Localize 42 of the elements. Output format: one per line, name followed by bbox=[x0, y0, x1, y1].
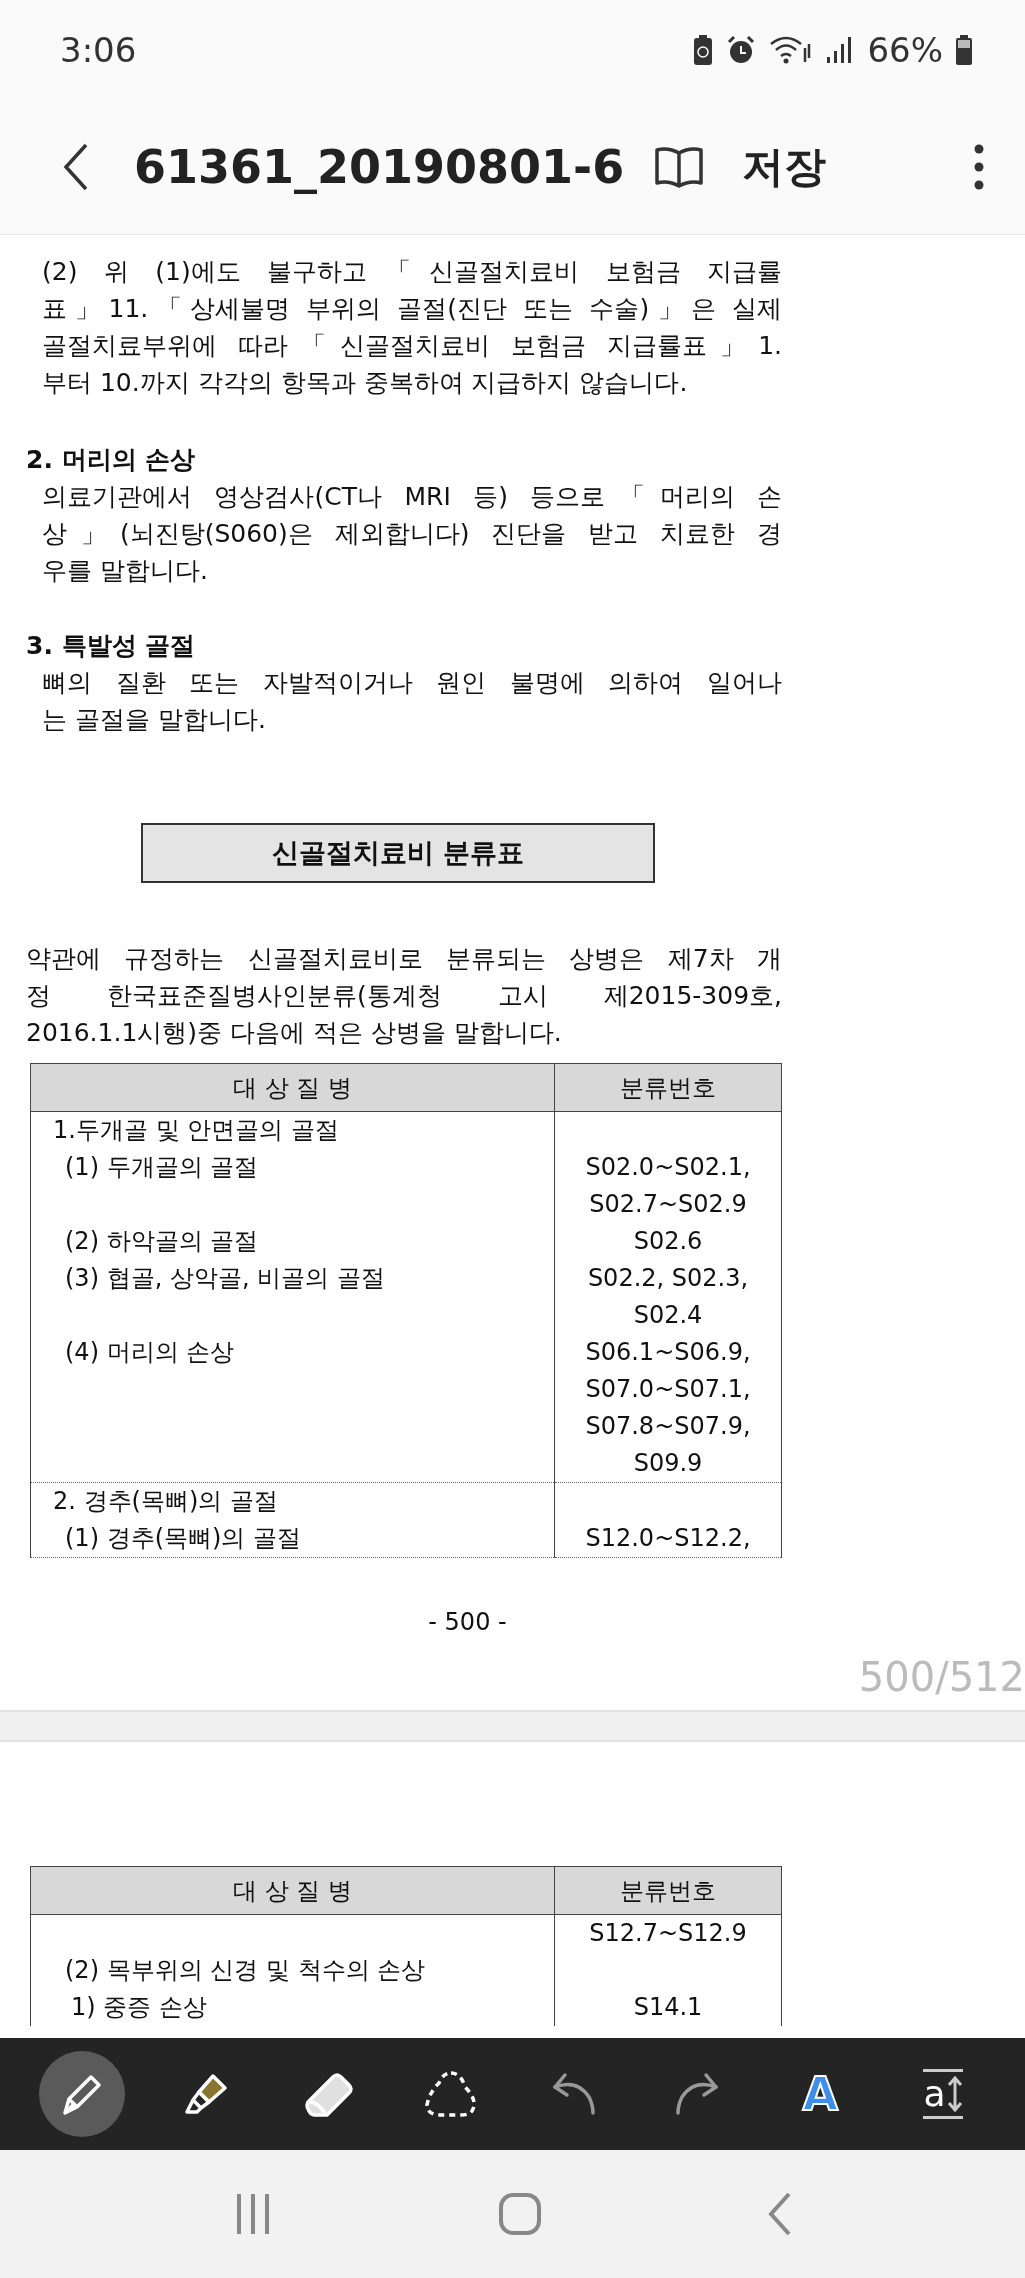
disease-text: 2. 경추(목뼈)의 골절 bbox=[53, 1487, 278, 1515]
disease-text: (1) 경추(목뼈)의 골절 bbox=[65, 1524, 301, 1552]
disease-text: (3) 협골, 상악골, 비골의 골절 bbox=[65, 1264, 385, 1292]
classification-code: S12.7~S12.9 bbox=[589, 1919, 747, 1947]
disease-text: 1) 중증 손상 bbox=[71, 1993, 207, 2021]
disease-text: (4) 머리의 손상 bbox=[65, 1338, 235, 1366]
disease-text: (1) 두개골의 골절 bbox=[65, 1153, 259, 1181]
classification-code: S14.1 bbox=[633, 1993, 703, 2021]
page-number: - 500 - bbox=[427, 1608, 508, 1636]
disease-text: (2) 하악골의 골절 bbox=[65, 1227, 259, 1255]
body-paragraph: 의료기관에서 영상검사(CT나 MRI 등) 등으로「머리의 손 상」(뇌진탕(S060)은 제외합니다) 진단을 받고 치료한 경 우를 말합니다. bbox=[42, 481, 782, 587]
classification-code: S02.6 bbox=[633, 1227, 703, 1255]
disease-text: 1.두개골 및 안면골의 골절 bbox=[53, 1116, 339, 1144]
document-title: 61361_20190801-6 bbox=[134, 140, 625, 194]
body-paragraph: (2) 위 (1)에도 불구하고「신골절치료비 보험금 지급률 표」11.「상세불명 부위의 골절(진단 또는 수술)」은 실제 골절치료부위에 따라「신골절치료비 보험금 지급률표」1. 부터 10.까지 각각의 항목과 중복하여 지급하지 않습니다. bbox=[42, 256, 782, 399]
battery-icon bbox=[955, 34, 973, 66]
book-icon[interactable] bbox=[654, 145, 705, 189]
home-icon[interactable] bbox=[497, 2192, 542, 2236]
text-size-button[interactable]: a bbox=[900, 2051, 987, 2137]
body-paragraph: 약관에 규정하는 신골절치료비로 분류되는 상병은 제7차 개 정 한국표준질병사인분류(통계청 고시 제2015-309호, 2016.1.1시행)중 다음에 적은 상병을 말합니다. bbox=[26, 943, 782, 1049]
more-options-icon[interactable] bbox=[973, 144, 985, 190]
column-header: 대 상 질 병 bbox=[30, 1866, 555, 1915]
section-heading: 3. 특발성 골절 bbox=[26, 630, 197, 662]
disease-text: (2) 목부위의 신경 및 척수의 손상 bbox=[65, 1956, 426, 1984]
body-paragraph: 뼈의 질환 또는 자발적이거나 원인 불명에 의하여 일어나 는 골절을 말합니다. bbox=[42, 667, 782, 736]
save-button[interactable]: 저장 bbox=[742, 139, 827, 195]
column-header: 분류번호 bbox=[554, 1063, 782, 1112]
up-down-arrow-icon bbox=[947, 2076, 964, 2112]
classification-code: S02.0~S02.1, S02.7~S02.9 bbox=[585, 1153, 751, 1218]
status-time: 3:06 bbox=[60, 30, 138, 70]
text-style-button[interactable]: A bbox=[777, 2051, 864, 2137]
battery-saver-icon bbox=[693, 34, 714, 66]
column-header: 분류번호 bbox=[554, 1866, 782, 1915]
page-indicator: 500/512 bbox=[858, 1654, 1025, 1700]
classification-code: S02.2, S02.3, S02.4 bbox=[587, 1264, 749, 1329]
section-heading: 2. 머리의 손상 bbox=[26, 444, 197, 476]
boxed-title: 신골절치료비 분류표 bbox=[141, 823, 655, 883]
battery-percentage: 66% bbox=[867, 30, 943, 70]
back-icon[interactable] bbox=[62, 142, 90, 192]
classification-code: S06.1~S06.9, S07.0~S07.1, S07.8~S07.9, S09.9 bbox=[585, 1338, 751, 1477]
column-header: 대 상 질 병 bbox=[30, 1063, 555, 1112]
classification-code: S12.0~S12.2, bbox=[585, 1524, 751, 1552]
